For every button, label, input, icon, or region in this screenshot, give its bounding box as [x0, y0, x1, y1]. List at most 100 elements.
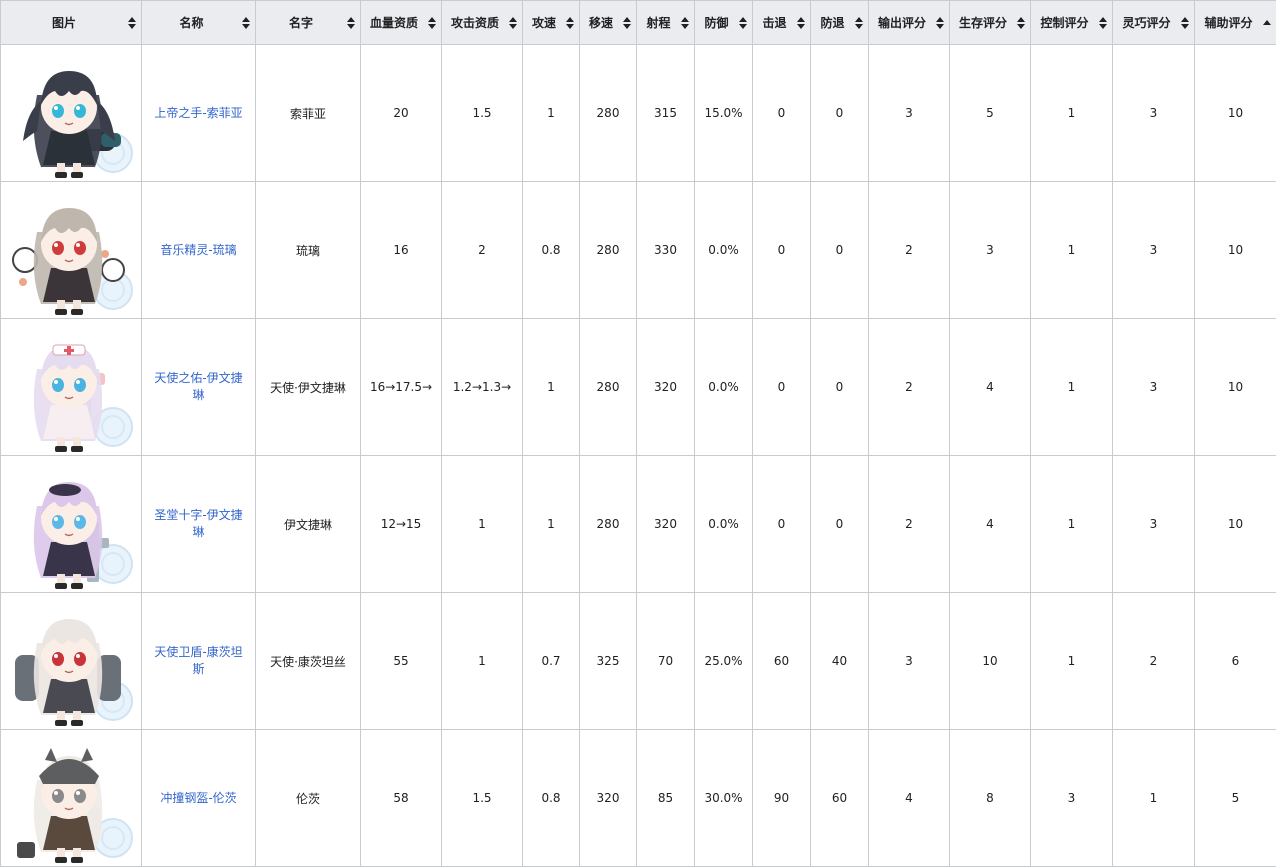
- cell-kbres: 40: [811, 593, 869, 730]
- sort-both-icon[interactable]: [509, 17, 517, 29]
- cell-mspd: 280: [580, 456, 637, 593]
- image-cell: [1, 45, 142, 182]
- cell-aspd: 1: [523, 45, 580, 182]
- angel-constantine-portrait[interactable]: [1, 593, 141, 729]
- character-link[interactable]: 圣堂十字-伊文捷琳: [151, 507, 247, 541]
- cell-surv: 4: [950, 319, 1031, 456]
- sophia-portrait[interactable]: [1, 45, 141, 181]
- column-header-image[interactable]: 图片: [1, 1, 142, 45]
- cell-range: 320: [637, 319, 695, 456]
- cell-mspd: 280: [580, 319, 637, 456]
- title-cell: 天使卫盾-康茨坦斯: [142, 593, 256, 730]
- character-link[interactable]: 天使卫盾-康茨坦斯: [151, 644, 247, 678]
- cell-range: 70: [637, 593, 695, 730]
- column-header-label: 名字: [289, 15, 327, 31]
- cell-name: 伊文捷琳: [256, 456, 361, 593]
- column-header-agil[interactable]: 灵巧评分: [1113, 1, 1195, 45]
- table-row: 音乐精灵-琉璃琉璃1620.82803300.0%00231310: [1, 182, 1276, 319]
- column-header-kbres[interactable]: 防退: [811, 1, 869, 45]
- column-header-aspd[interactable]: 攻速: [523, 1, 580, 45]
- character-link[interactable]: 音乐精灵-琉璃: [160, 242, 236, 259]
- cell-atk: 1.2→1.3→: [442, 319, 523, 456]
- sort-both-icon[interactable]: [242, 17, 250, 29]
- sort-both-icon[interactable]: [623, 17, 631, 29]
- column-header-label: 辅助评分: [1204, 15, 1266, 31]
- column-header-label: 防退: [820, 15, 858, 31]
- cell-surv: 3: [950, 182, 1031, 319]
- cell-mspd: 320: [580, 730, 637, 867]
- column-header-def[interactable]: 防御: [695, 1, 753, 45]
- column-header-title[interactable]: 名称: [142, 1, 256, 45]
- cell-def: 15.0%: [695, 45, 753, 182]
- table-body: 上帝之手-索菲亚索菲亚201.5128031515.0%00351310音乐精灵…: [1, 45, 1276, 867]
- column-header-surv[interactable]: 生存评分: [950, 1, 1031, 45]
- column-header-kb[interactable]: 击退: [753, 1, 811, 45]
- column-header-label: 控制评分: [1040, 15, 1102, 31]
- cell-surv: 10: [950, 593, 1031, 730]
- title-cell: 圣堂十字-伊文捷琳: [142, 456, 256, 593]
- cell-kbres: 0: [811, 182, 869, 319]
- sort-both-icon[interactable]: [855, 17, 863, 29]
- sort-both-icon[interactable]: [739, 17, 747, 29]
- column-header-supp[interactable]: 辅助评分: [1195, 1, 1276, 45]
- image-cell: [1, 182, 142, 319]
- cell-name: 天使·康茨坦丝: [256, 593, 361, 730]
- cell-agil: 3: [1113, 45, 1195, 182]
- character-link[interactable]: 上帝之手-索菲亚: [154, 105, 242, 122]
- sort-ascending-icon[interactable]: [1263, 17, 1271, 29]
- sort-both-icon[interactable]: [1017, 17, 1025, 29]
- cell-range: 330: [637, 182, 695, 319]
- cell-kbres: 0: [811, 319, 869, 456]
- sort-both-icon[interactable]: [797, 17, 805, 29]
- cell-hp: 20: [361, 45, 442, 182]
- cell-dmg: 3: [869, 593, 950, 730]
- cell-mspd: 280: [580, 182, 637, 319]
- column-header-range[interactable]: 射程: [637, 1, 695, 45]
- sort-both-icon[interactable]: [428, 17, 436, 29]
- sort-both-icon[interactable]: [1181, 17, 1189, 29]
- angel-evangeline-portrait[interactable]: [1, 319, 141, 455]
- table-row: 天使卫盾-康茨坦斯天使·康茨坦丝5510.73257025.0%60403101…: [1, 593, 1276, 730]
- sort-both-icon[interactable]: [1099, 17, 1107, 29]
- sort-both-icon[interactable]: [347, 17, 355, 29]
- character-link[interactable]: 冲撞钢盔-伦茨: [160, 790, 236, 807]
- column-header-name[interactable]: 名字: [256, 1, 361, 45]
- column-header-mspd[interactable]: 移速: [580, 1, 637, 45]
- column-header-atk[interactable]: 攻击资质: [442, 1, 523, 45]
- cell-range: 85: [637, 730, 695, 867]
- cell-surv: 4: [950, 456, 1031, 593]
- cell-def: 0.0%: [695, 456, 753, 593]
- cell-kb: 0: [753, 456, 811, 593]
- cell-name: 天使·伊文捷琳: [256, 319, 361, 456]
- sort-both-icon[interactable]: [681, 17, 689, 29]
- column-header-dmg[interactable]: 输出评分: [869, 1, 950, 45]
- title-cell: 冲撞钢盔-伦茨: [142, 730, 256, 867]
- sort-both-icon[interactable]: [566, 17, 574, 29]
- cell-kb: 0: [753, 182, 811, 319]
- column-header-ctrl[interactable]: 控制评分: [1031, 1, 1113, 45]
- character-table: 图片 名称 名字 血量资质攻击资质攻速移速射程防御击退 防退输出评分生存评分控制评分灵巧…: [0, 0, 1276, 867]
- sort-both-icon[interactable]: [128, 17, 136, 29]
- character-link[interactable]: 天使之佑-伊文捷琳: [151, 370, 247, 404]
- sort-both-icon[interactable]: [936, 17, 944, 29]
- renz-portrait[interactable]: [1, 730, 141, 866]
- evangeline-portrait[interactable]: [1, 456, 141, 592]
- cell-ctrl: 1: [1031, 45, 1113, 182]
- cell-supp: 10: [1195, 319, 1276, 456]
- liuli-portrait[interactable]: [1, 182, 141, 318]
- cell-surv: 5: [950, 45, 1031, 182]
- cell-kb: 90: [753, 730, 811, 867]
- cell-mspd: 280: [580, 45, 637, 182]
- column-header-label: 击退: [762, 15, 800, 31]
- column-header-hp[interactable]: 血量资质: [361, 1, 442, 45]
- cell-hp: 58: [361, 730, 442, 867]
- cell-atk: 1: [442, 456, 523, 593]
- cell-name: 伦茨: [256, 730, 361, 867]
- column-header-label: 图片: [52, 15, 90, 31]
- cell-def: 30.0%: [695, 730, 753, 867]
- cell-atk: 1.5: [442, 730, 523, 867]
- cell-agil: 3: [1113, 456, 1195, 593]
- image-cell: [1, 730, 142, 867]
- cell-dmg: 4: [869, 730, 950, 867]
- cell-aspd: 0.7: [523, 593, 580, 730]
